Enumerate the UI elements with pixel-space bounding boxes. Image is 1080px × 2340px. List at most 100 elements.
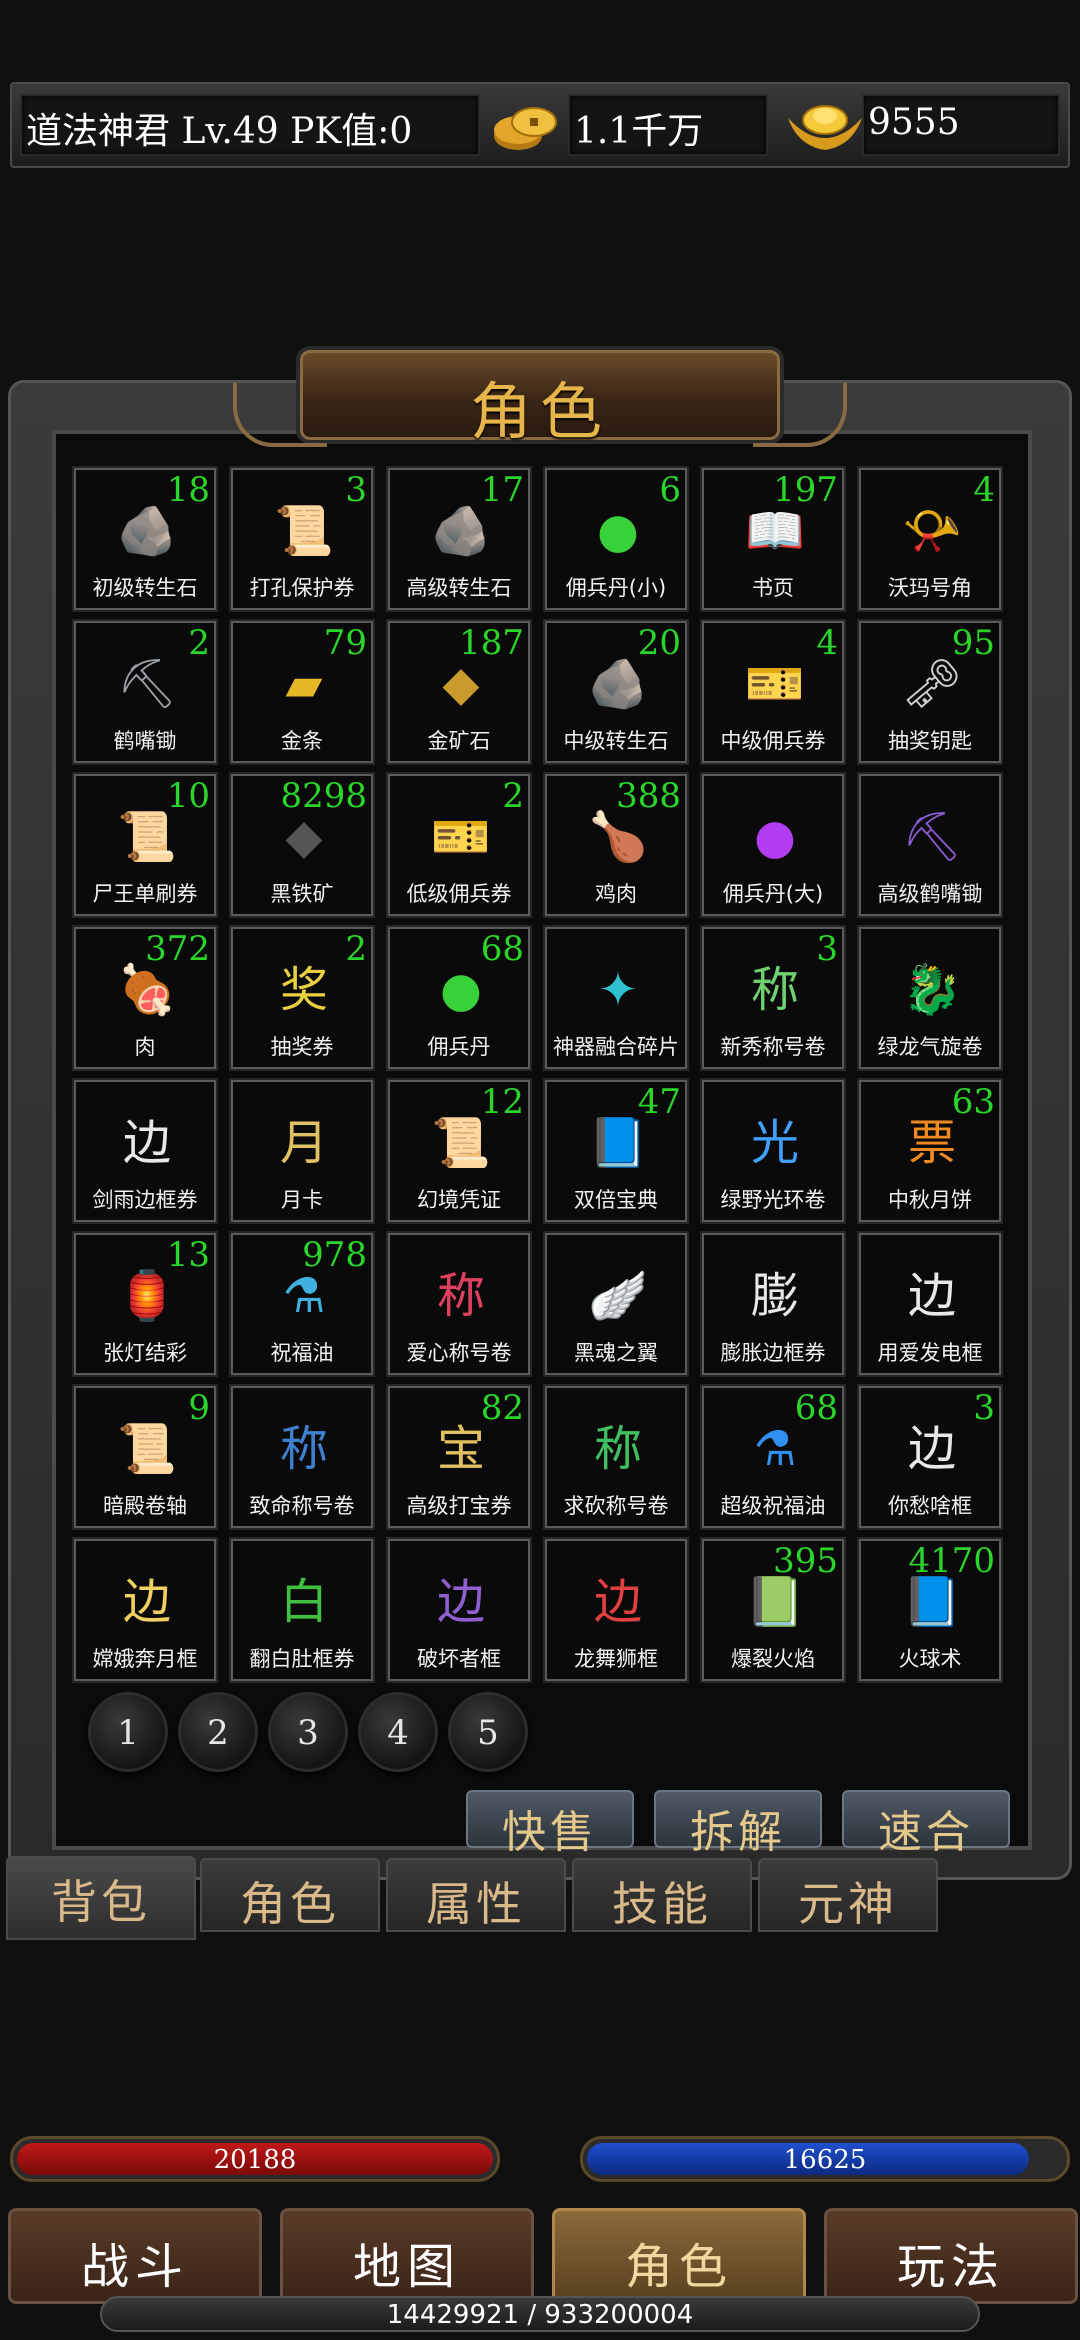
item-name: 火球术: [898, 1647, 962, 1671]
item-name: 金条: [281, 729, 323, 753]
quick-sell-label: 快售: [502, 1807, 598, 1858]
inventory-slot[interactable]: 📜 9 暗殿卷轴: [72, 1384, 218, 1530]
item-name: 尸王单刷券: [92, 882, 198, 906]
item-count: 197: [773, 470, 838, 510]
inventory-slot[interactable]: 🍗 388 鸡肉: [543, 772, 689, 918]
halo-card-icon: 光: [750, 1115, 799, 1171]
inventory-slot[interactable]: ● 68 佣兵丹: [386, 925, 532, 1071]
inventory-slot[interactable]: 🪨 18 初级转生石: [72, 466, 218, 612]
mp-bar: 16625: [580, 2136, 1070, 2182]
ingot-amount: 9555: [868, 102, 960, 143]
inventory-slot[interactable]: 📜 10 尸王单刷券: [72, 772, 218, 918]
inventory-slot[interactable]: ● 佣兵丹(大): [700, 772, 846, 918]
page-button-3[interactable]: 3: [268, 1692, 348, 1772]
inventory-slot[interactable]: 🪽 黑魂之翼: [543, 1231, 689, 1377]
inventory-slot[interactable]: 边用爱发电框: [857, 1231, 1003, 1377]
inventory-slot[interactable]: 📖 197 书页: [700, 466, 846, 612]
item-count: 82: [480, 1388, 524, 1428]
nav-map[interactable]: 地图: [280, 2208, 534, 2304]
player-status-bar: 道法神君 Lv.49 PK值:0 1.1千万 9555: [10, 82, 1070, 168]
item-count: 978: [302, 1235, 367, 1275]
inventory-slot[interactable]: 称 3 新秀称号卷: [700, 925, 846, 1071]
inventory-slot[interactable]: 称求砍称号卷: [543, 1384, 689, 1530]
inventory-slot[interactable]: 🪨 17 高级转生石: [386, 466, 532, 612]
item-count: 4: [816, 623, 838, 663]
inventory-slot[interactable]: ⚗ 978 祝福油: [229, 1231, 375, 1377]
inventory-slot[interactable]: 边龙舞狮框: [543, 1537, 689, 1683]
item-name: 张灯结彩: [103, 1341, 187, 1365]
inventory-slot[interactable]: 📘 4170 火球术: [857, 1537, 1003, 1683]
item-name: 肉: [134, 1035, 156, 1059]
item-name: 绿野光环卷: [720, 1188, 826, 1212]
nav-battle[interactable]: 战斗: [8, 2208, 262, 2304]
inventory-slot[interactable]: 边剑雨边框券: [72, 1078, 218, 1224]
inventory-slot[interactable]: 🗝 95 抽奖钥匙: [857, 619, 1003, 765]
item-name: 膨胀边框券: [720, 1341, 826, 1365]
inventory-slot[interactable]: 膨膨胀边框券: [700, 1231, 846, 1377]
item-count: 2: [188, 623, 210, 663]
dismantle-button[interactable]: 拆解: [654, 1790, 822, 1858]
item-count: 3: [816, 929, 838, 969]
tab-character[interactable]: 角色: [200, 1858, 380, 1932]
panel-title: 角色: [469, 375, 610, 448]
crystal-shard-icon: ✦: [597, 962, 639, 1018]
tab-bag[interactable]: 背包: [6, 1856, 196, 1940]
inventory-slot[interactable]: 白翻白肚框券: [229, 1537, 375, 1683]
mp-value: 16625: [783, 2145, 867, 2175]
inventory-slot[interactable]: ● 6 佣兵丹(小): [543, 466, 689, 612]
inventory-slot[interactable]: 边破坏者框: [386, 1537, 532, 1683]
tab-skills[interactable]: 技能: [572, 1858, 752, 1932]
gold-amount: 1.1千万: [574, 111, 704, 152]
inventory-slot[interactable]: 边 3 你愁啥框: [857, 1384, 1003, 1530]
item-count: 3: [973, 1388, 995, 1428]
inventory-slot[interactable]: 奖 2 抽奖券: [229, 925, 375, 1071]
quick-sell-button[interactable]: 快售: [466, 1790, 634, 1858]
inventory-slot[interactable]: ⚗ 68 超级祝福油: [700, 1384, 846, 1530]
item-count: 10: [166, 776, 210, 816]
item-name: 佣兵丹(小): [565, 576, 667, 600]
inventory-slot[interactable]: ◆ 187 金矿石: [386, 619, 532, 765]
green-ticket-icon: 🎫: [431, 809, 491, 865]
green-orb-icon: ●: [597, 503, 639, 559]
item-count: 395: [773, 1541, 838, 1581]
inventory-slot[interactable]: 📯 4 沃玛号角: [857, 466, 1003, 612]
inventory-slot[interactable]: 宝 82 高级打宝券: [386, 1384, 532, 1530]
inventory-slot[interactable]: 📜 3 打孔保护券: [229, 466, 375, 612]
item-count: 95: [951, 623, 995, 663]
pickaxe-icon: ⛏: [116, 656, 178, 712]
page-button-4[interactable]: 4: [358, 1692, 438, 1772]
inventory-slot[interactable]: 🍖 372 肉: [72, 925, 218, 1071]
inventory-slot[interactable]: 月月卡: [229, 1078, 375, 1224]
inventory-slot[interactable]: ◆ 8298 黑铁矿: [229, 772, 375, 918]
nav-character[interactable]: 角色: [552, 2208, 806, 2304]
inventory-slot[interactable]: 🐉 绿龙气旋卷: [857, 925, 1003, 1071]
inventory-slot[interactable]: ✦ 神器融合碎片: [543, 925, 689, 1071]
inventory-slot[interactable]: 🎫 4 中级佣兵券: [700, 619, 846, 765]
item-name: 爆裂火焰: [731, 1647, 815, 1671]
tab-label: 技能: [612, 1877, 712, 1931]
item-name: 嫦娥奔月框: [92, 1647, 198, 1671]
tab-attributes[interactable]: 属性: [386, 1858, 566, 1932]
page-button-1[interactable]: 1: [88, 1692, 168, 1772]
inventory-slot[interactable]: 🪨 20 中级转生石: [543, 619, 689, 765]
inventory-slot[interactable]: ⛏ 高级鹤嘴锄: [857, 772, 1003, 918]
inventory-slot[interactable]: 边嫦娥奔月框: [72, 1537, 218, 1683]
inventory-slot[interactable]: 📜 12 幻境凭证: [386, 1078, 532, 1224]
inventory-slot[interactable]: 称致命称号卷: [229, 1384, 375, 1530]
inventory-slot[interactable]: ⛏ 2 鹤嘴锄: [72, 619, 218, 765]
inventory-slot[interactable]: 🏮 13 张灯结彩: [72, 1231, 218, 1377]
nav-gameplay[interactable]: 玩法: [824, 2208, 1078, 2304]
inventory-slot[interactable]: 🎫 2 低级佣兵券: [386, 772, 532, 918]
item-name: 破坏者框: [417, 1647, 501, 1671]
inventory-slot[interactable]: ▰ 79 金条: [229, 619, 375, 765]
inventory-slot[interactable]: 📗 395 爆裂火焰: [700, 1537, 846, 1683]
quick-merge-button[interactable]: 速合: [842, 1790, 1010, 1858]
tab-spirit[interactable]: 元神: [758, 1858, 938, 1932]
page-button-5[interactable]: 5: [448, 1692, 528, 1772]
inventory-slot[interactable]: 光绿野光环卷: [700, 1078, 846, 1224]
inventory-slot[interactable]: 称爱心称号卷: [386, 1231, 532, 1377]
page-button-2[interactable]: 2: [178, 1692, 258, 1772]
inventory-slot[interactable]: 📘 47 双倍宝典: [543, 1078, 689, 1224]
inventory-slot[interactable]: 票 63 中秋月饼: [857, 1078, 1003, 1224]
item-count: 4170: [908, 1541, 995, 1581]
